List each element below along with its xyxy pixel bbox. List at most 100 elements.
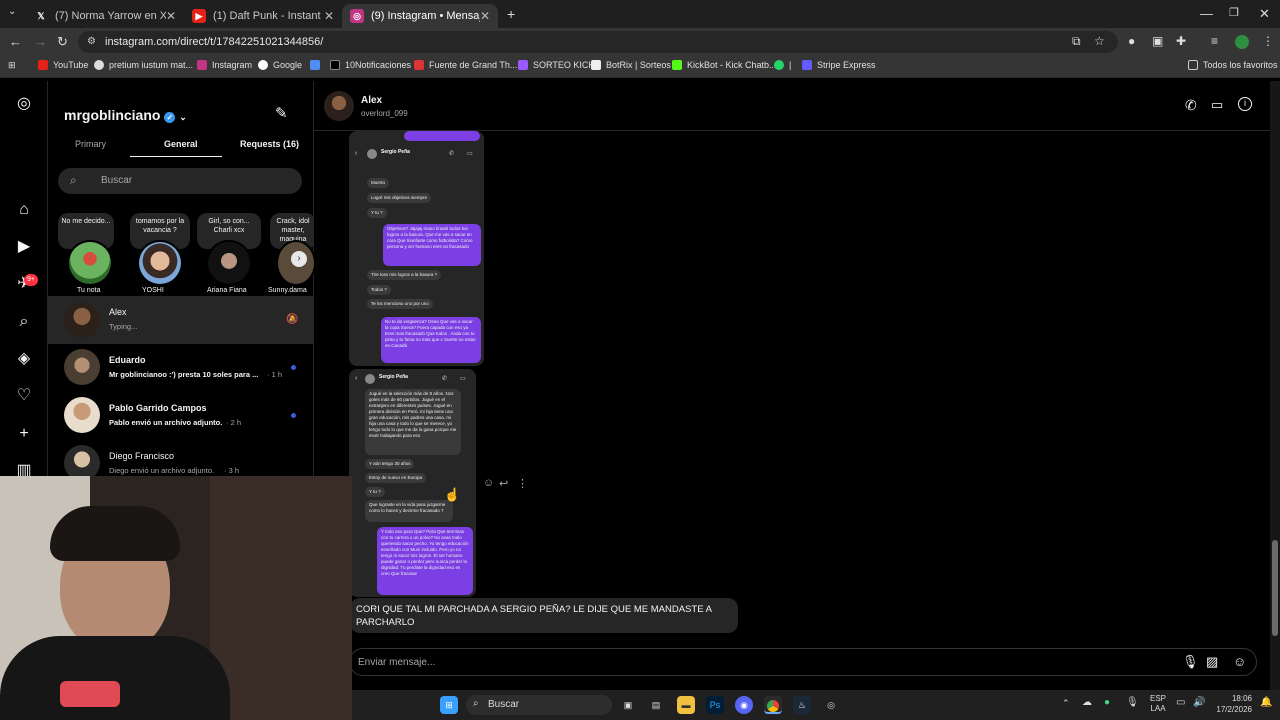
tab-list-icon[interactable]: ≡ bbox=[1211, 34, 1218, 48]
bookmark-grand-theft[interactable]: Fuente de Grand Th... bbox=[414, 60, 517, 70]
message-bubble: Y todo eso para Que? Para Que terminas c… bbox=[377, 527, 473, 595]
instagram-logo-icon[interactable]: ◎ bbox=[14, 94, 34, 114]
bookmark-instagram[interactable]: Instagram bbox=[197, 60, 252, 70]
app-icon[interactable]: ▤ bbox=[647, 696, 665, 714]
search-icon: ⌕ bbox=[70, 173, 77, 187]
story-avatar[interactable] bbox=[67, 240, 113, 286]
shared-screenshot[interactable]: ‹ Sergio Peña ✆ ▭ Jugué en la selección … bbox=[349, 369, 476, 597]
bookmark-youtube[interactable]: YouTube bbox=[38, 60, 88, 70]
menu-icon[interactable]: ⋮ bbox=[1262, 34, 1274, 48]
task-view-icon[interactable]: ▣ bbox=[619, 696, 637, 714]
file-explorer-icon[interactable]: ▬ bbox=[677, 696, 695, 714]
bookmark-stripe[interactable]: Stripe Express bbox=[802, 60, 876, 70]
conversation-name: Diego Francisco bbox=[109, 451, 175, 461]
notifications-icon[interactable]: 🔔 bbox=[1260, 697, 1272, 708]
message-bubble: No te da vergüenza? Osea Que vas a sacar… bbox=[381, 317, 481, 363]
reload-icon[interactable]: ↻ bbox=[57, 34, 68, 50]
microphone-icon[interactable]: 🎙 bbox=[1182, 654, 1199, 670]
bookmark-star-icon[interactable]: ☆ bbox=[1094, 34, 1105, 48]
message-input[interactable]: Enviar mensaje... bbox=[349, 648, 1257, 676]
close-window-icon[interactable]: ✕ bbox=[1259, 6, 1270, 22]
story-label: Tu nota bbox=[77, 287, 101, 294]
new-tab-button[interactable]: + bbox=[507, 6, 515, 22]
close-tab-icon[interactable]: ✕ bbox=[166, 9, 176, 23]
chrome-icon[interactable] bbox=[764, 696, 782, 714]
sparkle-icon bbox=[310, 60, 320, 70]
explore-icon[interactable]: ◈ bbox=[14, 349, 34, 369]
extension-icon[interactable]: ▣ bbox=[1152, 34, 1163, 48]
search-icon[interactable]: ⌕ bbox=[14, 312, 34, 332]
tray-chevron-icon[interactable]: ⌃ bbox=[1062, 698, 1070, 709]
reels-icon[interactable]: ▶ bbox=[14, 237, 34, 257]
create-icon[interactable]: + bbox=[14, 424, 34, 444]
chevron-right-icon[interactable]: › bbox=[291, 251, 307, 267]
install-icon[interactable]: ⧉ bbox=[1072, 34, 1081, 49]
new-message-icon[interactable]: ✎ bbox=[275, 104, 288, 122]
close-tab-icon[interactable]: ✕ bbox=[324, 9, 334, 23]
extensions-puzzle-icon[interactable]: ✚ bbox=[1176, 34, 1186, 48]
scrollbar-thumb[interactable] bbox=[1272, 540, 1278, 636]
discord-icon[interactable]: ◉ bbox=[735, 696, 753, 714]
bookmark-gemini[interactable] bbox=[310, 60, 325, 70]
image-icon[interactable]: ▨ bbox=[1206, 654, 1218, 670]
tab-requests[interactable]: Requests (16) bbox=[240, 139, 299, 149]
taskbar-search[interactable]: Buscar bbox=[466, 695, 612, 715]
react-emoji-icon[interactable]: ☺ bbox=[483, 477, 494, 489]
all-favorites[interactable]: Todos los favoritos bbox=[1188, 60, 1278, 70]
apps-icon[interactable]: ⊞ bbox=[8, 60, 16, 71]
bookmark-botrix[interactable]: BotRix | Sorteos bbox=[591, 60, 671, 70]
bookmark-google[interactable]: Google bbox=[258, 60, 302, 70]
tray-app-icon[interactable]: ● bbox=[1104, 697, 1110, 708]
minimize-icon[interactable]: — bbox=[1200, 6, 1213, 21]
tab-search-icon[interactable]: ⌄ bbox=[8, 6, 16, 17]
browser-tab-youtube[interactable]: ▶(1) Daft Punk - Instant Crush (C✕ bbox=[184, 4, 342, 28]
story-label: YOSHI bbox=[142, 287, 164, 294]
chat-avatar[interactable] bbox=[324, 91, 354, 121]
bookmark-notificaciones[interactable]: 10Notificaciones bbox=[330, 60, 411, 70]
chat-name[interactable]: Alex bbox=[361, 95, 382, 106]
bookmark-sorteo-kick[interactable]: SORTEO KICK bbox=[518, 60, 594, 70]
site-info-icon[interactable]: ⚙ bbox=[87, 36, 96, 47]
photoshop-icon[interactable]: Ps bbox=[706, 696, 724, 714]
address-bar[interactable]: instagram.com/direct/t/17842251021344856… bbox=[78, 31, 1118, 53]
contact-name: Sergio Peña bbox=[381, 149, 410, 155]
windows-start-icon[interactable]: ⊞ bbox=[440, 696, 458, 714]
tab-primary[interactable]: Primary bbox=[75, 139, 106, 149]
heart-icon[interactable]: ♡ bbox=[14, 386, 34, 406]
reply-icon[interactable]: ↩ bbox=[499, 477, 508, 490]
avatar bbox=[64, 397, 100, 433]
profile-avatar[interactable] bbox=[1235, 35, 1249, 49]
search-input[interactable]: Buscar bbox=[58, 168, 302, 194]
sticker-icon[interactable]: ☺ bbox=[1233, 654, 1246, 669]
network-icon[interactable]: ▭ bbox=[1176, 697, 1185, 708]
steam-icon[interactable]: ♨ bbox=[793, 696, 811, 714]
account-username[interactable]: mrgoblinciano ✓ ⌄ bbox=[64, 107, 187, 123]
back-icon[interactable]: ← bbox=[9, 34, 22, 49]
tab-general[interactable]: General bbox=[164, 139, 198, 149]
language-indicator[interactable]: ESP LAA bbox=[1150, 694, 1166, 714]
browser-tab-instagram[interactable]: ◎(9) Instagram • Mensajes✕ bbox=[342, 4, 498, 28]
info-icon[interactable]: i bbox=[1238, 97, 1252, 111]
story-avatar[interactable] bbox=[206, 240, 252, 286]
extension-icon[interactable]: ● bbox=[1128, 34, 1135, 48]
close-tab-icon[interactable]: ✕ bbox=[480, 9, 490, 23]
story-avatar[interactable] bbox=[137, 240, 183, 286]
bookmark-kickbot[interactable]: KickBot - Kick Chatb... bbox=[672, 60, 777, 70]
bookmark-pretium[interactable]: pretium iustum mat... bbox=[94, 60, 193, 70]
conversation-time: · 3 h bbox=[224, 466, 240, 475]
video-call-icon[interactable]: ▭ bbox=[1211, 97, 1223, 113]
restore-icon[interactable]: ❐ bbox=[1229, 6, 1239, 19]
tray-mic-icon[interactable]: 🎙 bbox=[1126, 697, 1139, 708]
bookmark-whatsapp[interactable]: | bbox=[774, 60, 791, 70]
onedrive-icon[interactable]: ☁ bbox=[1082, 697, 1092, 708]
clock[interactable]: 18:06 17/2/2026 bbox=[1214, 693, 1252, 715]
conversation-preview: Typing... bbox=[109, 322, 138, 331]
browser-tab-x[interactable]: 𝕏(7) Norma Yarrow en X: "¿Cóm✕ bbox=[26, 4, 184, 28]
forward-icon[interactable]: → bbox=[34, 34, 47, 49]
home-icon[interactable]: ⌂ bbox=[14, 200, 34, 220]
more-options-icon[interactable]: ⋮ bbox=[517, 477, 528, 490]
app-icon[interactable]: ◎ bbox=[822, 696, 840, 714]
shared-screenshot[interactable]: ‹ Sergio Peña ✆ ▭ Muerto Logré mis objet… bbox=[349, 131, 484, 366]
phone-icon[interactable]: ✆ bbox=[1185, 97, 1197, 114]
volume-icon[interactable]: 🔊 bbox=[1193, 697, 1205, 708]
